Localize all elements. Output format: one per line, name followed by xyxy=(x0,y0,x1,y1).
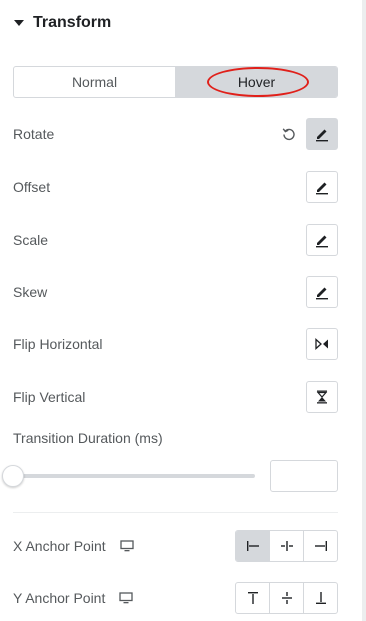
label-offset: Offset xyxy=(13,179,51,195)
pencil-icon xyxy=(316,182,328,195)
align-bottom-icon xyxy=(315,592,326,604)
flip-horizontal-icon xyxy=(315,338,328,350)
row-flip-vertical: Flip Vertical xyxy=(13,380,338,414)
row-y-anchor: Y Anchor Point xyxy=(13,581,338,615)
row-offset: Offset xyxy=(13,170,338,204)
section-title: Transform xyxy=(33,14,112,31)
transition-duration-input[interactable] xyxy=(270,460,338,492)
row-rotate: Rotate xyxy=(13,117,338,151)
edit-offset-button[interactable] xyxy=(306,171,338,203)
flip-horizontal-button[interactable] xyxy=(306,328,338,360)
align-right-icon xyxy=(314,541,327,551)
row-skew: Skew xyxy=(13,275,338,309)
edit-skew-button[interactable] xyxy=(306,276,338,308)
row-scale: Scale xyxy=(13,223,338,257)
flip-vertical-button[interactable] xyxy=(306,381,338,413)
row-flip-horizontal: Flip Horizontal xyxy=(13,327,338,361)
row-x-anchor: X Anchor Point xyxy=(13,529,338,563)
y-anchor-bottom-button[interactable] xyxy=(303,583,337,613)
tab-hover[interactable]: Hover xyxy=(176,67,337,97)
label-skew: Skew xyxy=(13,284,48,300)
reset-icon[interactable] xyxy=(280,125,298,143)
pencil-icon xyxy=(316,235,328,248)
edit-rotate-button[interactable] xyxy=(306,118,338,150)
y-anchor-center-button[interactable] xyxy=(269,583,303,613)
edit-scale-button[interactable] xyxy=(306,224,338,256)
divider xyxy=(13,512,338,513)
pencil-icon xyxy=(316,129,328,142)
transition-duration-slider[interactable] xyxy=(13,474,255,478)
y-anchor-top-button[interactable] xyxy=(236,583,269,613)
label-scale: Scale xyxy=(13,232,49,248)
y-anchor-control xyxy=(235,582,338,614)
desktop-icon[interactable] xyxy=(119,592,134,604)
label-y-anchor: Y Anchor Point xyxy=(13,590,106,606)
label-rotate: Rotate xyxy=(13,126,55,142)
pencil-icon xyxy=(316,287,328,300)
label-x-anchor: X Anchor Point xyxy=(13,538,106,554)
label-transition-duration: Transition Duration (ms) xyxy=(13,430,163,446)
state-tabs: Normal Hover xyxy=(13,66,338,98)
tab-normal[interactable]: Normal xyxy=(14,67,175,97)
scrollbar[interactable] xyxy=(362,0,366,621)
align-center-vertical-icon xyxy=(281,592,292,604)
x-anchor-control xyxy=(235,530,338,562)
caret-down-icon xyxy=(14,20,24,26)
align-top-icon xyxy=(247,592,258,604)
x-anchor-left-button[interactable] xyxy=(236,531,269,561)
transition-duration-slider-handle[interactable] xyxy=(2,465,24,487)
align-left-icon xyxy=(246,541,259,551)
desktop-icon[interactable] xyxy=(119,540,134,552)
x-anchor-center-button[interactable] xyxy=(269,531,303,561)
label-flip-horizontal: Flip Horizontal xyxy=(13,336,103,352)
label-flip-vertical: Flip Vertical xyxy=(13,389,86,405)
align-center-horizontal-icon xyxy=(280,541,293,551)
section-header-transform[interactable]: Transform xyxy=(14,12,111,34)
x-anchor-right-button[interactable] xyxy=(303,531,337,561)
flip-vertical-icon xyxy=(316,390,328,404)
